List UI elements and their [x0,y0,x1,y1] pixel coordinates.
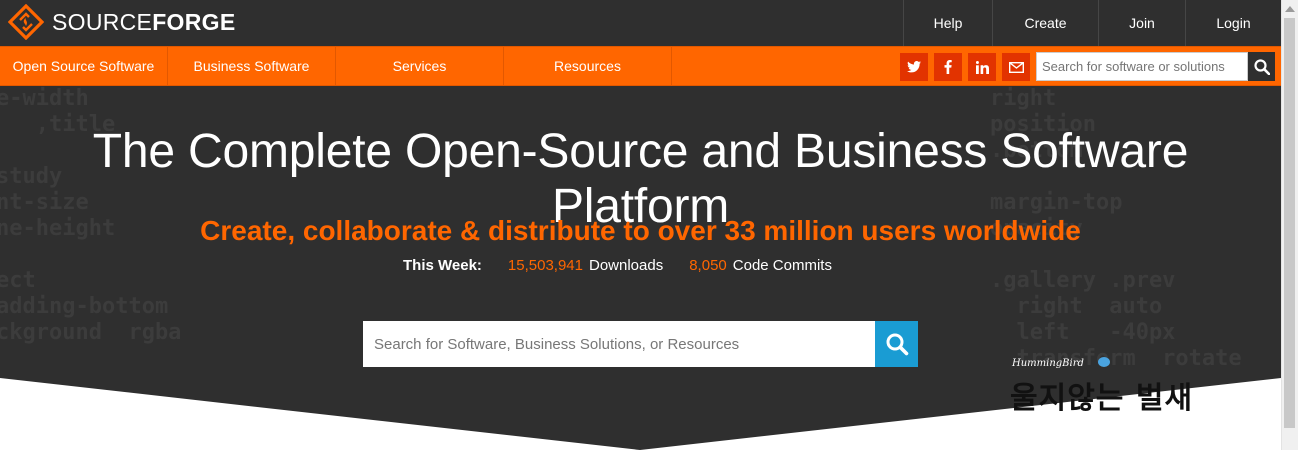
scrollbar-thumb[interactable] [1284,18,1295,428]
page: e-width ,title study nt-size ne-height e… [0,0,1281,450]
search-icon [886,333,908,356]
watermark-small-text: HummingBird [1012,358,1084,369]
bird-icon [1098,357,1110,367]
watermark-big-text: 울지않는 벌새 [1010,381,1194,416]
watermark: HummingBird 울지않는 벌새 [1010,355,1210,425]
hero-search-button[interactable] [875,321,918,367]
scroll-up-arrow-icon[interactable] [1285,6,1295,12]
hero-search-input[interactable] [363,321,875,367]
